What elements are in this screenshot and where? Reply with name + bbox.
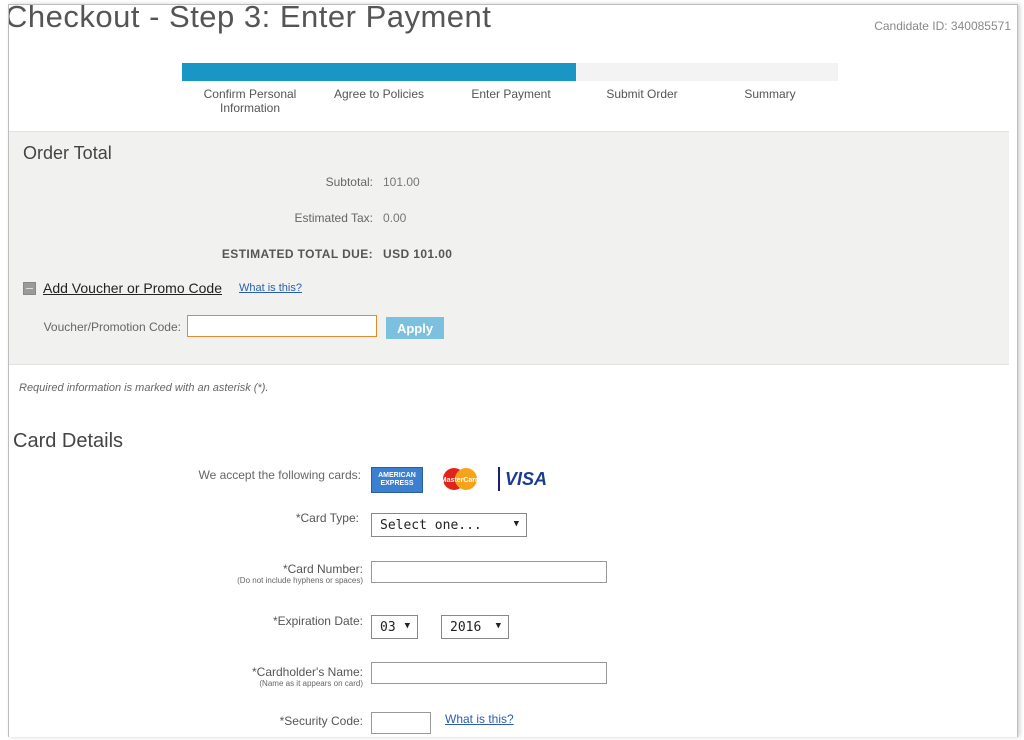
voucher-toggle[interactable]: Add Voucher or Promo Code What is this? <box>23 280 302 296</box>
step-label: Submit Order <box>606 87 678 101</box>
security-code-input[interactable] <box>371 712 431 734</box>
progress-fill <box>182 63 576 81</box>
step-label: Confirm Personal <box>203 87 297 101</box>
voucher-what-is-this-link[interactable]: What is this? <box>239 282 302 294</box>
cardholder-name-label-text: *Cardholder's Name: <box>251 665 363 679</box>
security-code-label: *Security Code: <box>159 714 363 728</box>
mastercard-logo-text: MasterCard <box>441 477 480 484</box>
required-note: Required information is marked with an a… <box>19 382 269 394</box>
step-submit-order: Submit Order <box>579 87 705 101</box>
apply-button[interactable]: Apply <box>386 317 444 339</box>
expiration-year-value: 2016 <box>450 619 482 635</box>
cardholder-name-input[interactable] <box>371 662 607 684</box>
add-voucher-link[interactable]: Add Voucher or Promo Code <box>43 280 222 296</box>
subtotal-label: Subtotal: <box>325 175 373 189</box>
amex-logo-icon: AMERICAN EXPRESS <box>371 467 423 493</box>
card-number-label: *Card Number: (Do not include hyphens or… <box>159 562 363 585</box>
card-number-input[interactable] <box>371 561 607 583</box>
subtotal-value: 101.00 <box>383 175 420 189</box>
security-code-label-text: *Security Code: <box>279 714 363 728</box>
mastercard-logo-icon: MasterCard <box>435 467 485 491</box>
cardholder-name-hint: (Name as it appears on card) <box>259 679 363 688</box>
card-number-hint: (Do not include hyphens or spaces) <box>237 576 363 585</box>
cardholder-name-label: *Cardholder's Name: (Name as it appears … <box>159 665 363 688</box>
estimated-total-value: USD 101.00 <box>383 247 453 261</box>
card-type-selected: Select one... <box>380 517 482 533</box>
step-label: Agree to Policies <box>333 87 425 101</box>
step-label: Summary <box>744 87 796 101</box>
collapse-icon[interactable] <box>23 281 36 295</box>
progress-bar <box>182 63 838 81</box>
voucher-code-input[interactable] <box>187 315 377 337</box>
expiration-month-select[interactable]: 03 ▼ <box>371 615 418 639</box>
step-summary: Summary <box>705 87 835 101</box>
expiration-date-label-text: *Expiration Date: <box>272 614 363 628</box>
estimated-total-label: ESTIMATED TOTAL DUE: <box>221 247 373 261</box>
step-label: Enter Payment <box>471 87 551 101</box>
checkout-page: Checkout - Step 3: Enter Payment Candida… <box>8 4 1018 737</box>
chevron-down-icon: ▼ <box>513 519 519 529</box>
step-enter-payment: Enter Payment <box>443 87 579 101</box>
page-title: Checkout - Step 3: Enter Payment <box>8 4 492 34</box>
expiration-date-label: *Expiration Date: <box>159 614 363 628</box>
expiration-year-select[interactable]: 2016 ▼ <box>441 615 509 639</box>
card-type-select[interactable]: Select one... ▼ <box>371 513 527 537</box>
accepted-cards-label: We accept the following cards: <box>198 468 361 482</box>
step-agree-to-policies: Agree to Policies <box>315 87 443 101</box>
expiration-month-value: 03 <box>380 619 396 635</box>
step-confirm-personal-information: Confirm Personal Information <box>185 87 315 115</box>
order-total-heading: Order Total <box>23 143 112 163</box>
card-details-heading: Card Details <box>13 430 124 452</box>
voucher-code-label: Voucher/Promotion Code: <box>43 320 181 334</box>
visa-logo-text: VISA <box>504 468 547 489</box>
card-type-label-text: *Card Type: <box>295 511 359 525</box>
step-label-line2: Information <box>219 101 281 115</box>
candidate-id: Candidate ID: 340085571 <box>874 19 1011 33</box>
chevron-down-icon: ▼ <box>495 621 501 631</box>
card-number-label-text: *Card Number: <box>282 562 363 576</box>
mastercard-circles: MasterCard <box>441 468 480 490</box>
estimated-tax-label: Estimated Tax: <box>294 211 373 225</box>
chevron-down-icon: ▼ <box>404 621 410 631</box>
card-type-label: *Card Type: <box>159 511 359 525</box>
security-code-what-is-this-link[interactable]: What is this? <box>445 712 514 726</box>
amex-logo-text: AMERICAN EXPRESS <box>378 472 416 487</box>
visa-logo-icon: VISA <box>498 467 552 491</box>
estimated-tax-value: 0.00 <box>383 211 407 225</box>
